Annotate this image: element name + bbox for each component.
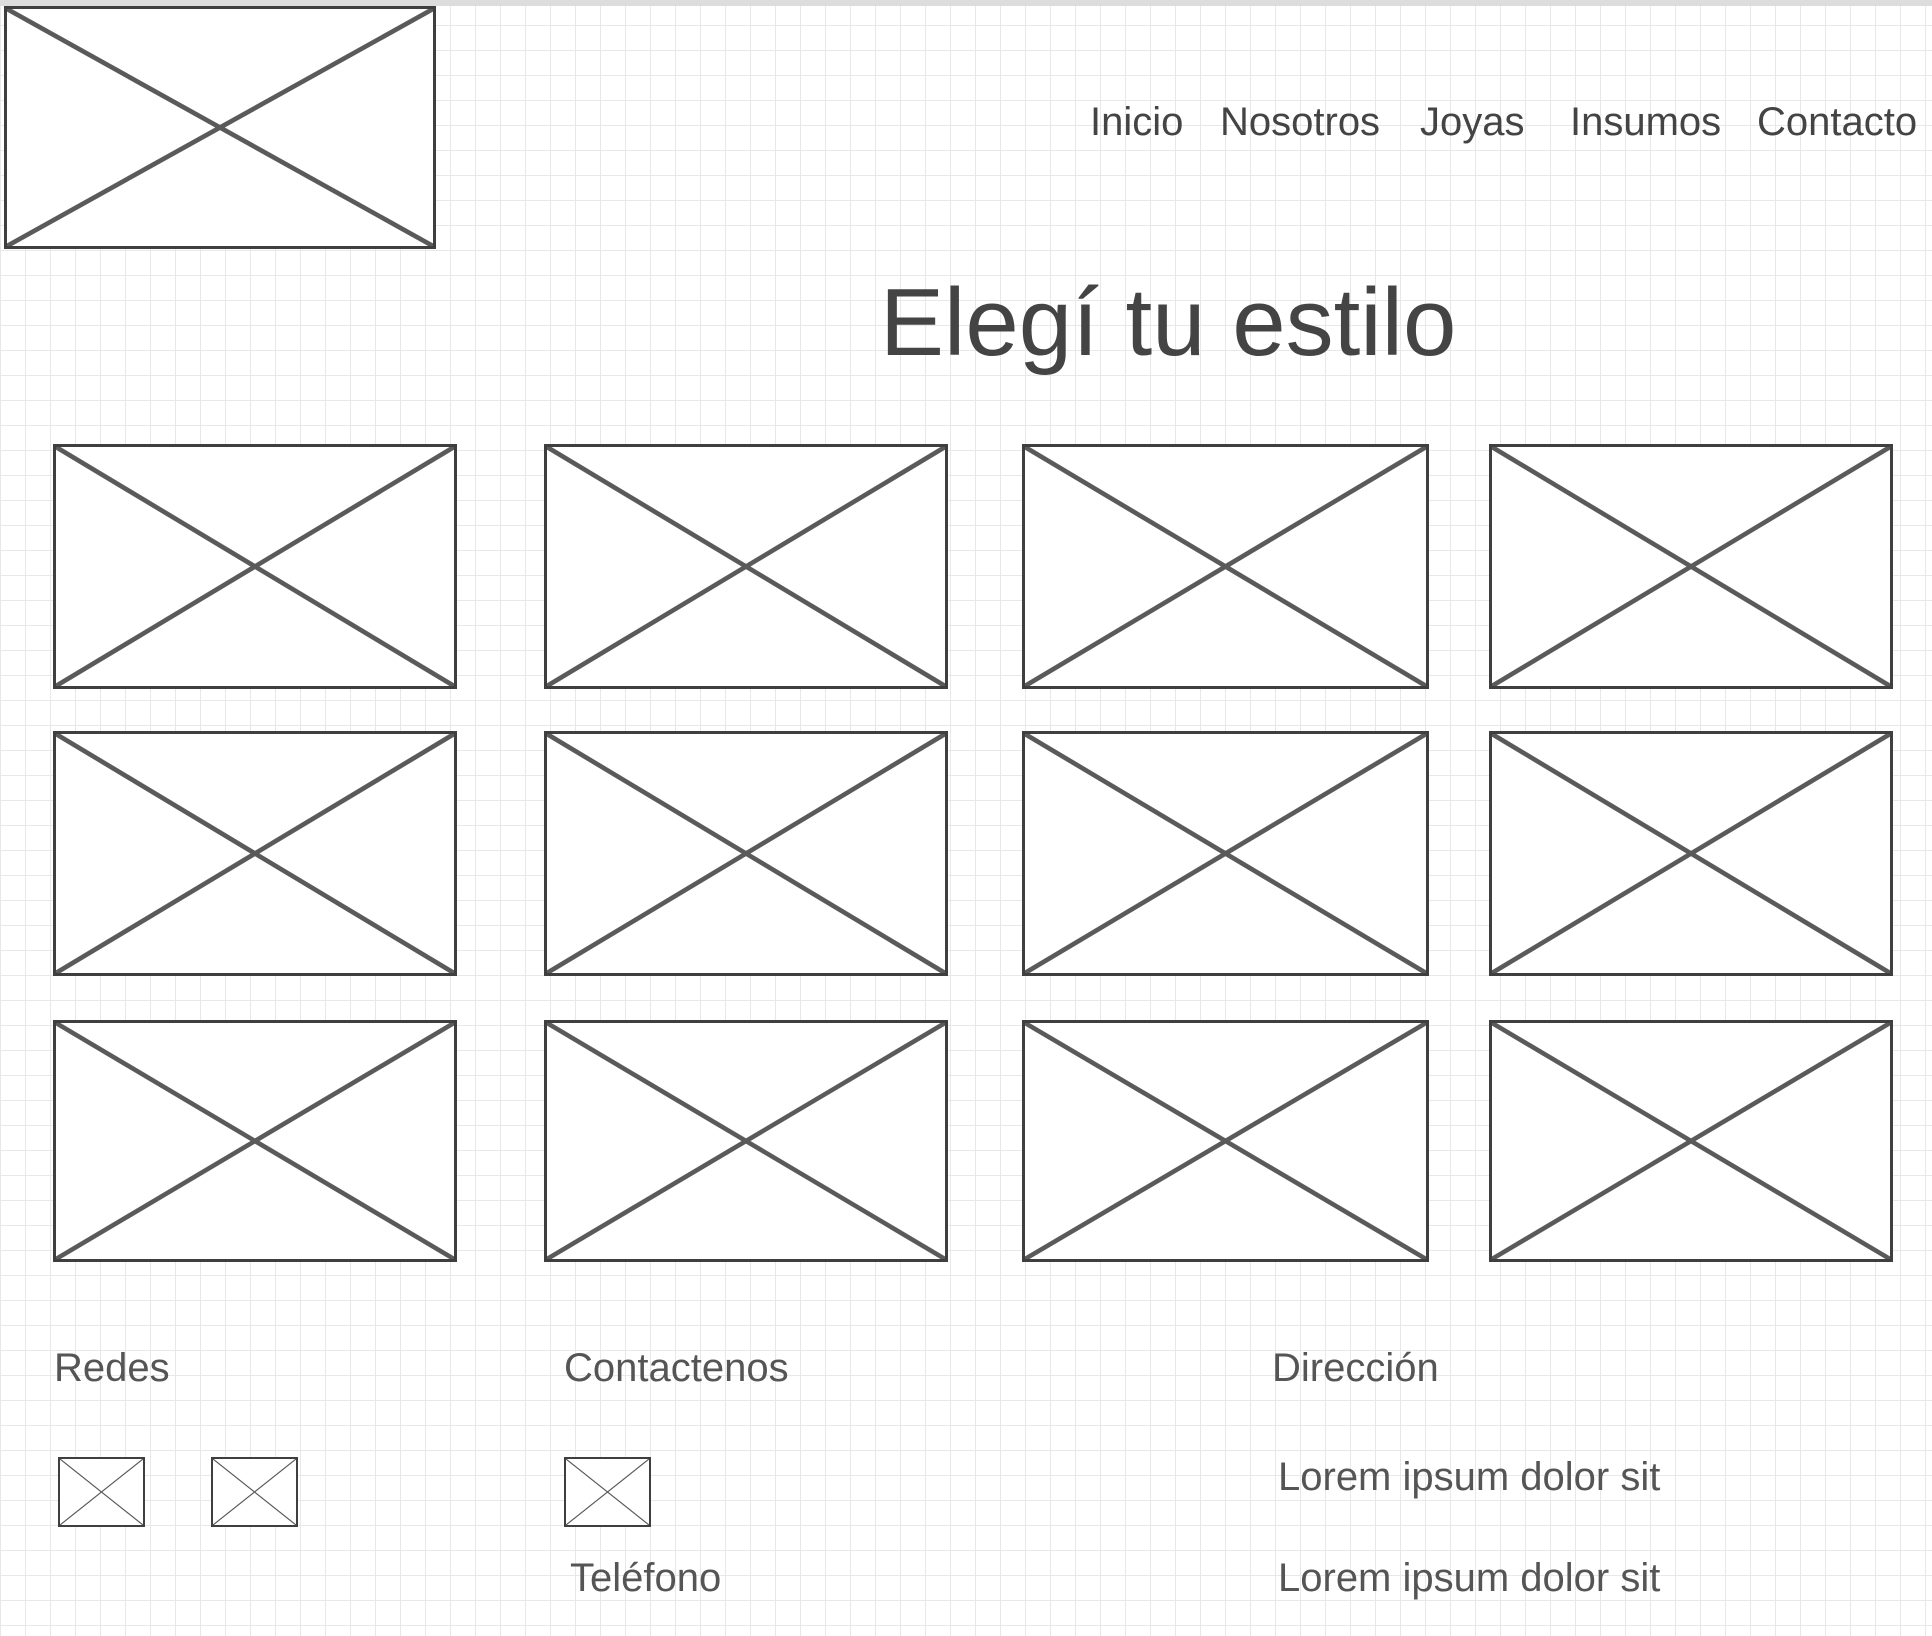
social-icon-placeholder[interactable]: [211, 1457, 298, 1527]
nav-item-insumos[interactable]: Insumos: [1570, 100, 1721, 145]
gallery-image-placeholder[interactable]: [544, 1020, 948, 1262]
gallery-image-placeholder[interactable]: [1489, 444, 1893, 689]
gallery-image-placeholder[interactable]: [53, 1020, 457, 1262]
gallery-image-placeholder[interactable]: [1022, 731, 1429, 976]
footer-phone-label: Teléfono: [570, 1556, 722, 1600]
gallery-image-placeholder[interactable]: [53, 731, 457, 976]
footer-address-line: Lorem ipsum dolor sit: [1278, 1455, 1661, 1499]
gallery-image-placeholder[interactable]: [1022, 1020, 1429, 1262]
footer-social-heading: Redes: [54, 1346, 170, 1390]
nav-item-joyas[interactable]: Joyas: [1420, 100, 1525, 145]
footer-contact-heading: Contactenos: [564, 1346, 789, 1390]
footer-address-line: Lorem ipsum dolor sit: [1278, 1556, 1661, 1600]
page-title: Elegí tu estilo: [880, 269, 1457, 376]
gallery-image-placeholder[interactable]: [1489, 731, 1893, 976]
gallery-image-placeholder[interactable]: [544, 731, 948, 976]
gallery-image-placeholder[interactable]: [544, 444, 948, 689]
gallery-image-placeholder[interactable]: [53, 444, 457, 689]
footer-address-heading: Dirección: [1272, 1346, 1439, 1390]
gallery-image-placeholder[interactable]: [1022, 444, 1429, 689]
social-icon-placeholder[interactable]: [58, 1457, 145, 1527]
logo-placeholder-image[interactable]: [4, 6, 436, 249]
gallery-image-placeholder[interactable]: [1489, 1020, 1893, 1262]
phone-icon-placeholder[interactable]: [564, 1457, 651, 1527]
nav-item-contacto[interactable]: Contacto: [1757, 100, 1917, 145]
nav-item-nosotros[interactable]: Nosotros: [1220, 100, 1380, 145]
nav-item-inicio[interactable]: Inicio: [1090, 100, 1183, 145]
